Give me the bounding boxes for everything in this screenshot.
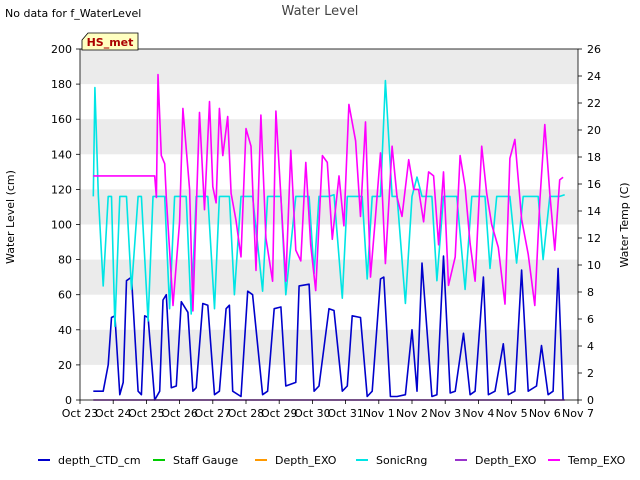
x-tick-label: Nov 4	[462, 407, 494, 420]
legend-label: Staff Gauge	[173, 454, 238, 467]
legend: depth_CTD_cm Staff Gauge Depth_EXO SonicRng…	[38, 454, 626, 467]
x-tick-label: Oct 28	[228, 407, 265, 420]
x-tick-label: Nov 5	[496, 407, 528, 420]
station-tag: HS_met	[81, 32, 139, 51]
y2-tick-label: 26	[587, 43, 601, 56]
grid-band	[80, 119, 578, 155]
y2-tick-label: 20	[587, 124, 601, 137]
x-tick-label: Nov 1	[363, 407, 395, 420]
y2-tick-label: 18	[587, 151, 601, 164]
y2-tick-label: 14	[587, 205, 601, 218]
y-tick-label: 160	[51, 113, 72, 126]
y2-tick-label: 24	[587, 70, 601, 83]
legend-label: Depth_EXO	[275, 454, 337, 467]
x-tick-label: Oct 24	[95, 407, 132, 420]
y2-tick-label: 16	[587, 178, 601, 191]
x-tick-label: Nov 3	[429, 407, 461, 420]
legend-label: depth_CTD_cm	[58, 454, 141, 467]
x-tick-label: Nov 7	[562, 407, 594, 420]
y-tick-label: 200	[51, 43, 72, 56]
y-axis-label: Water Level (cm)	[4, 170, 17, 264]
y-tick-label: 100	[51, 219, 72, 232]
station-tag-label: HS_met	[87, 36, 134, 49]
y-tick-label: 20	[58, 359, 72, 372]
x-tick-label: Oct 25	[128, 407, 165, 420]
y-tick-label: 140	[51, 148, 72, 161]
y2-tick-label: 4	[587, 340, 594, 353]
legend-label: Depth_EXO	[475, 454, 537, 467]
x-tick-label: Oct 27	[195, 407, 232, 420]
x-tick-label: Nov 2	[396, 407, 428, 420]
y-tick-label: 180	[51, 78, 72, 91]
grid-band	[80, 49, 578, 85]
y2-tick-label: 8	[587, 286, 594, 299]
water-level-chart: 0204060801001201401601802000246810121416…	[4, 4, 631, 467]
legend-label: SonicRng	[376, 454, 427, 467]
y-tick-label: 40	[58, 324, 72, 337]
x-tick-label: Oct 30	[294, 407, 331, 420]
x-tick-label: Oct 31	[327, 407, 364, 420]
y2-tick-label: 22	[587, 97, 601, 110]
y-tick-label: 60	[58, 289, 72, 302]
y2-tick-label: 2	[587, 367, 594, 380]
x-tick-label: Nov 6	[529, 407, 561, 420]
y-tick-label: 80	[58, 254, 72, 267]
x-tick-label: Oct 29	[261, 407, 298, 420]
x-tick-label: Oct 23	[62, 407, 99, 420]
chart-title: Water Level	[282, 4, 359, 19]
legend-label: Temp_EXO	[567, 454, 626, 467]
y2-tick-label: 10	[587, 259, 601, 272]
x-tick-label: Oct 26	[161, 407, 198, 420]
y2-tick-label: 6	[587, 313, 594, 326]
y2-tick-label: 0	[587, 394, 594, 407]
y-tick-label: 0	[65, 394, 72, 407]
y2-axis-label: Water Temp (C)	[618, 182, 631, 267]
y-tick-label: 120	[51, 183, 72, 196]
y2-tick-label: 12	[587, 232, 601, 245]
